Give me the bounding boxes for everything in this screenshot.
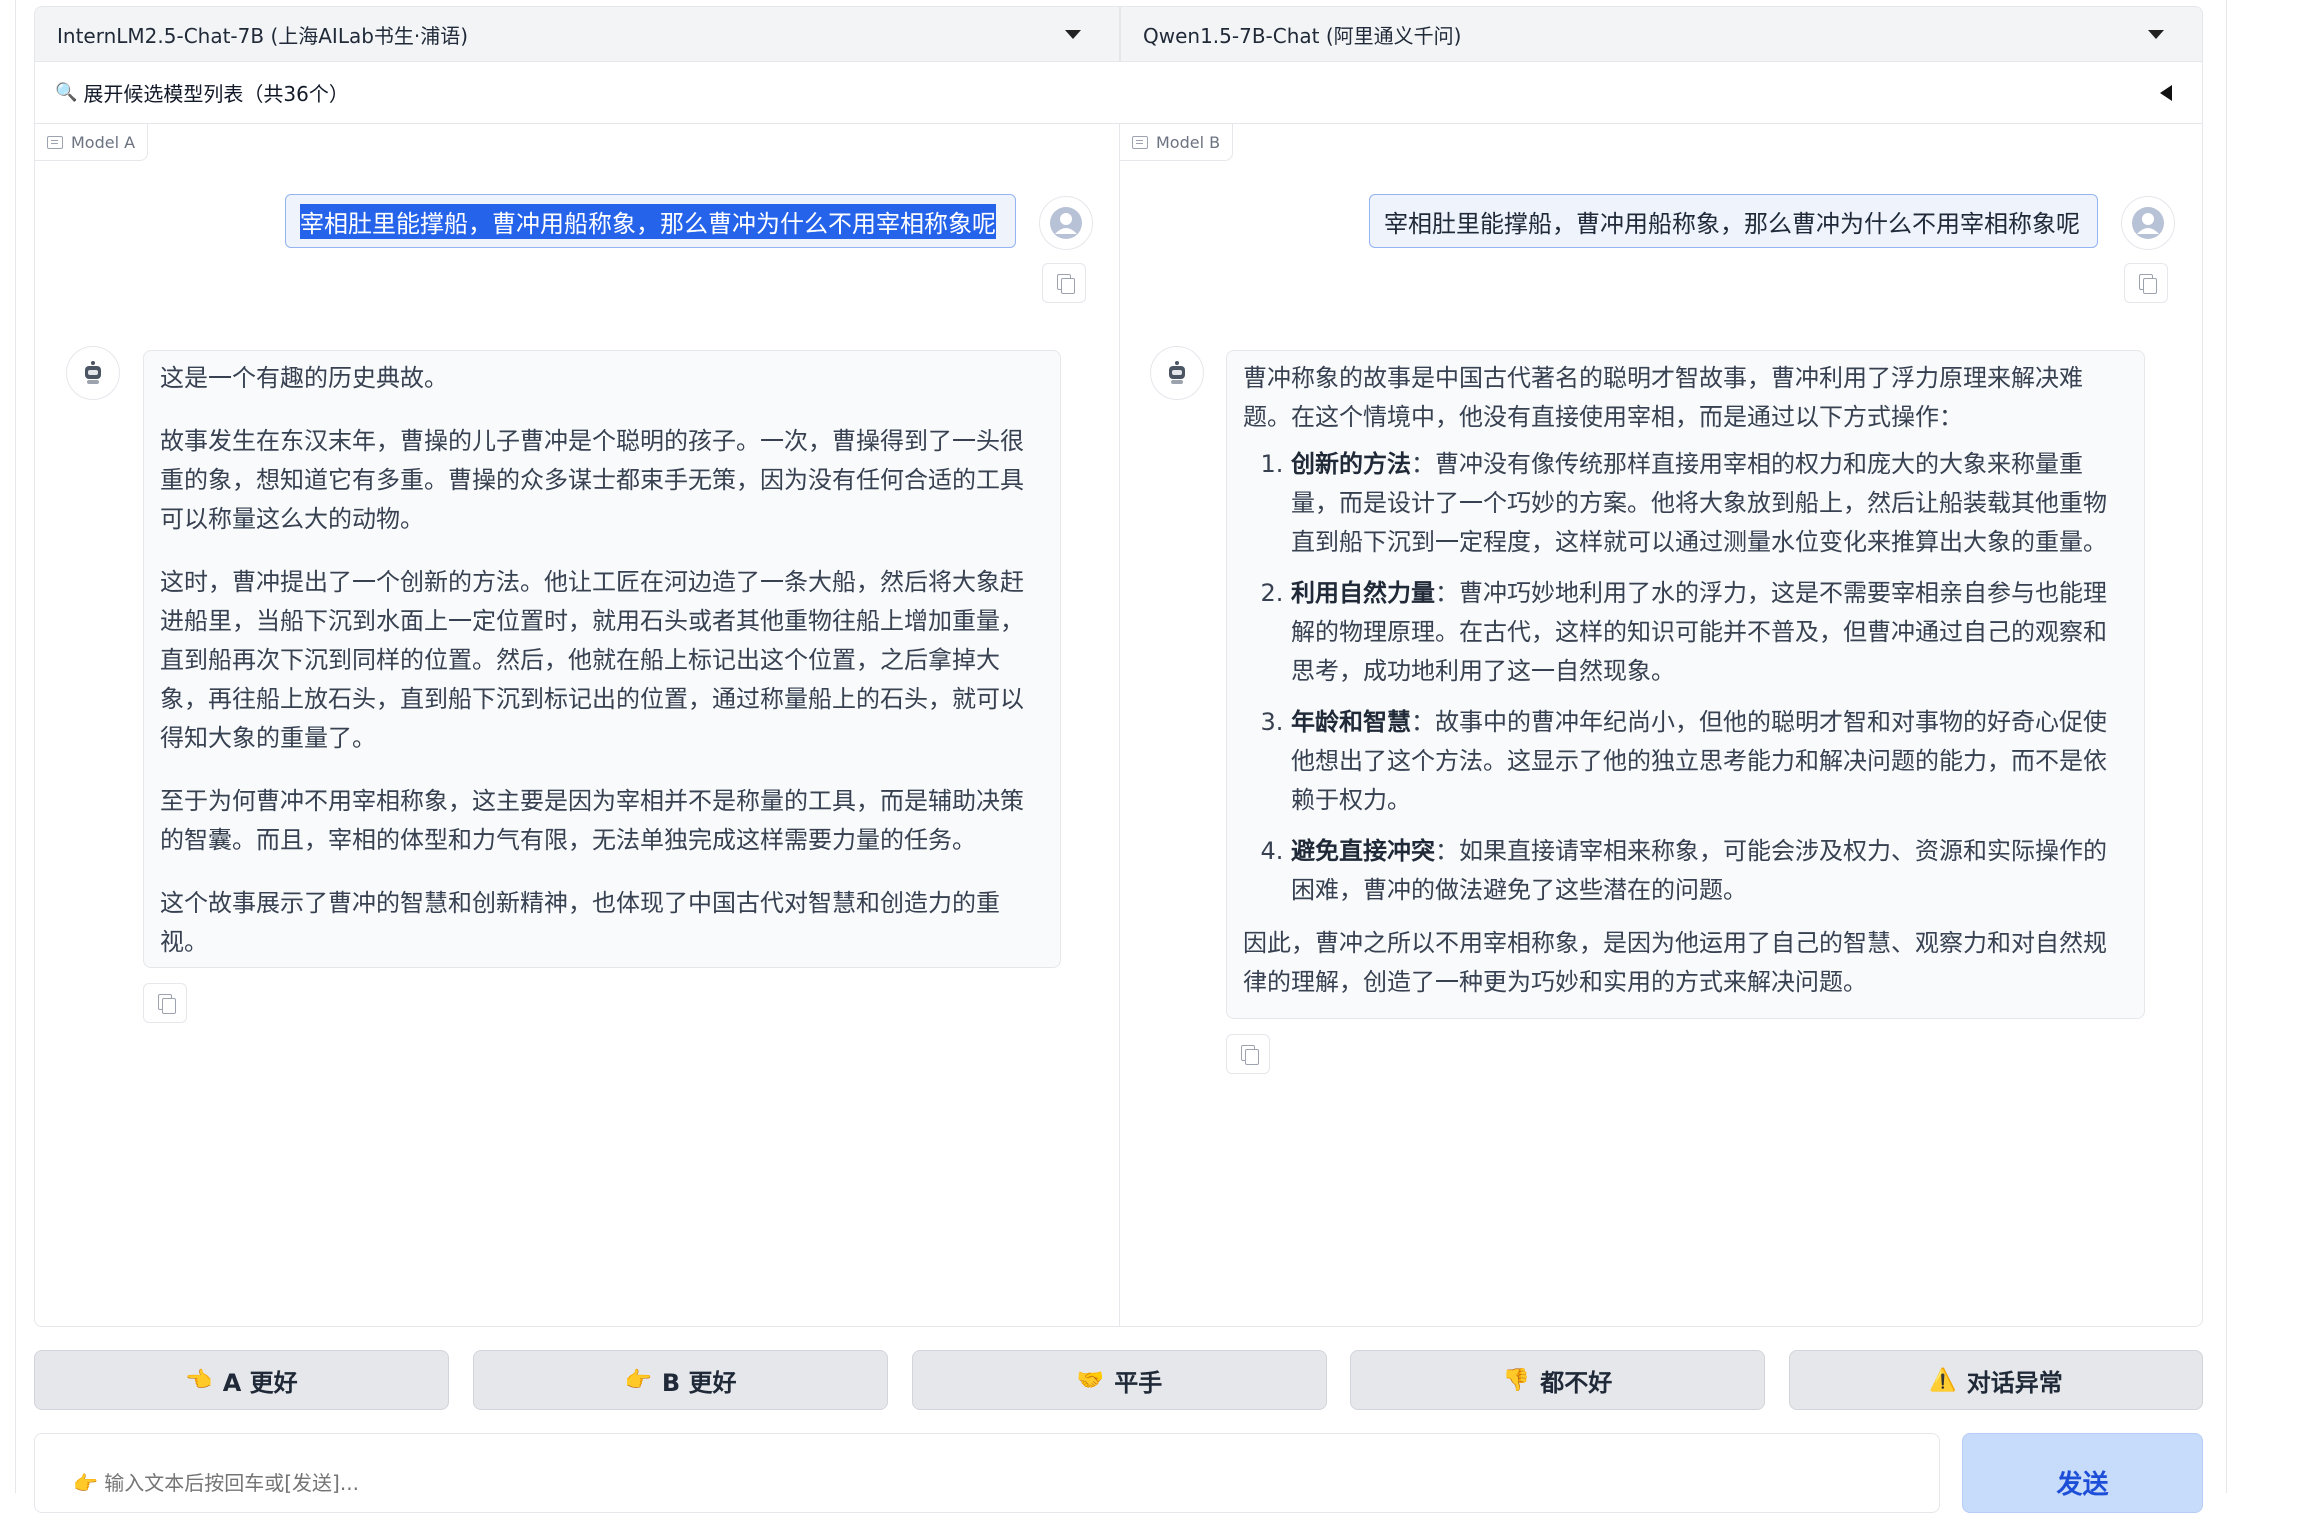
list-item-text: ：曹冲没有像传统那样直接用宰相的权力和庞大的大象来称量重量，而是设计了一个巧妙的… <box>1291 450 2107 556</box>
bot-paragraph: 至于为何曹冲不用宰相称象，这主要是因为宰相并不是称量的工具，而是辅助决策的智囊。… <box>160 787 1024 854</box>
chatbot-model-b: Model B 宰相肚里能撑船，曹冲用船称象，那么曹冲为什么不用宰相称象呢 曹冲… <box>1120 124 2203 1327</box>
send-button[interactable]: 发送 <box>1962 1433 2203 1513</box>
bot-paragraph: 这是一个有趣的历史典故。 <box>160 364 448 392</box>
point-left-icon: 👈 <box>185 1367 213 1393</box>
both-bad-button[interactable]: 👎 都不好 <box>1350 1350 1765 1410</box>
user-message-text: 宰相肚里能撑船，曹冲用船称象，那么曹冲为什么不用宰相称象呢 <box>300 203 996 239</box>
send-button-label: 发送 <box>2056 1470 2109 1500</box>
bot-conclusion: 因此，曹冲之所以不用宰相称象，是因为他运用了自己的智慧、观察力和对自然规律的理解… <box>1243 929 2107 996</box>
warning-icon: ⚠️ <box>1929 1367 1957 1393</box>
message-input[interactable] <box>71 1450 1903 1496</box>
b-better-button[interactable]: 👉 B 更好 <box>473 1350 888 1410</box>
bot-paragraph: 这个故事展示了曹冲的智慧和创新精神，也体现了中国古代对智慧和创造力的重视。 <box>160 889 1000 956</box>
bot-paragraph: 故事发生在东汉末年，曹操的儿子曹冲是个聪明的孩子。一次，曹操得到了一头很重的象，… <box>160 427 1024 533</box>
list-item-title: 创新的方法 <box>1291 450 1411 478</box>
chat-icon <box>47 135 63 149</box>
model-b-selector[interactable]: Qwen1.5-7B-Chat (阿里通义千问) <box>1120 6 2203 62</box>
expand-model-list-toggle[interactable]: 🔍 展开候选模型列表（共36个） <box>34 62 2203 124</box>
bot-intro: 曹冲称象的故事是中国古代著名的聪明才智故事，曹冲利用了浮力原理来解决难题。在这个… <box>1243 364 2083 431</box>
user-message[interactable]: 宰相肚里能撑船，曹冲用船称象，那么曹冲为什么不用宰相称象呢 <box>1369 194 2098 248</box>
both-bad-label: 都不好 <box>1540 1368 1613 1397</box>
model-a-selector-value: InternLM2.5-Chat-7B (上海AILab书生·浦语) <box>57 23 469 48</box>
list-item: 避免直接冲突：如果直接请宰相来称象，可能会涉及权力、资源和实际操作的困难，曹冲的… <box>1291 832 2128 910</box>
bot-list: 创新的方法：曹冲没有像传统那样直接用宰相的权力和庞大的大象来称量重量，而是设计了… <box>1243 445 2128 910</box>
model-a-selector[interactable]: InternLM2.5-Chat-7B (上海AILab书生·浦语) <box>34 6 1120 62</box>
user-avatar <box>2121 196 2175 250</box>
user-avatar-icon <box>1050 207 1082 239</box>
chevron-down-icon <box>1065 29 1081 39</box>
a-better-button[interactable]: 👈 A 更好 <box>34 1350 449 1410</box>
report-anomaly-label: 对话异常 <box>1966 1368 2063 1397</box>
tie-label: 平手 <box>1114 1368 1163 1397</box>
list-item-title: 利用自然力量 <box>1291 579 1435 607</box>
chat-icon <box>1132 135 1148 149</box>
model-a-tag-label: Model A <box>71 132 136 152</box>
list-item-text: ：故事中的曹冲年纪尚小，但他的聪明才智和对事物的好奇心促使他想出了这个方法。这显… <box>1291 708 2107 814</box>
robot-icon <box>1169 361 1185 384</box>
bot-message[interactable]: 这是一个有趣的历史典故。 故事发生在东汉末年，曹操的儿子曹冲是个聪明的孩子。一次… <box>143 350 1061 968</box>
bot-message[interactable]: 曹冲称象的故事是中国古代著名的聪明才智故事，曹冲利用了浮力原理来解决难题。在这个… <box>1226 350 2145 1019</box>
list-item-title: 年龄和智慧 <box>1291 708 1411 736</box>
model-b-tag: Model B <box>1120 124 1234 161</box>
copy-button[interactable] <box>1226 1034 1270 1074</box>
chatbot-model-a: Model A 宰相肚里能撑船，曹冲用船称象，那么曹冲为什么不用宰相称象呢 这是… <box>34 124 1120 1327</box>
user-message[interactable]: 宰相肚里能撑船，曹冲用船称象，那么曹冲为什么不用宰相称象呢 <box>285 194 1016 248</box>
collapse-triangle-icon[interactable] <box>2160 84 2172 101</box>
user-avatar-icon <box>2132 207 2164 239</box>
model-b-selector-value: Qwen1.5-7B-Chat (阿里通义千问) <box>1143 23 1462 48</box>
list-item: 创新的方法：曹冲没有像传统那样直接用宰相的权力和庞大的大象来称量重量，而是设计了… <box>1291 445 2128 562</box>
copy-button[interactable] <box>1042 263 1086 303</box>
message-input-container[interactable] <box>34 1433 1940 1513</box>
model-a-tag: Model A <box>35 124 149 161</box>
report-anomaly-button[interactable]: ⚠️ 对话异常 <box>1789 1350 2203 1410</box>
search-icon: 🔍 <box>55 82 78 103</box>
list-item-title: 避免直接冲突 <box>1291 837 1435 865</box>
copy-button[interactable] <box>143 983 187 1023</box>
list-item: 年龄和智慧：故事中的曹冲年纪尚小，但他的聪明才智和对事物的好奇心促使他想出了这个… <box>1291 703 2128 820</box>
chevron-down-icon <box>2148 29 2164 39</box>
expand-model-list-label: 展开候选模型列表（共36个） <box>83 82 349 106</box>
copy-button[interactable] <box>2124 263 2168 303</box>
handshake-icon: 🤝 <box>1076 1367 1105 1393</box>
tie-button[interactable]: 🤝 平手 <box>912 1350 1327 1410</box>
list-item: 利用自然力量：曹冲巧妙地利用了水的浮力，这是不需要宰相亲自参与也能理解的物理原理… <box>1291 574 2128 691</box>
bot-paragraph: 这时，曹冲提出了一个创新的方法。他让工匠在河边造了一条大船，然后将大象赶进船里，… <box>160 568 1024 752</box>
user-avatar <box>1039 196 1093 250</box>
b-better-label: B 更好 <box>661 1368 737 1397</box>
robot-icon <box>85 361 101 384</box>
user-message-text: 宰相肚里能撑船，曹冲用船称象，那么曹冲为什么不用宰相称象呢 <box>1384 209 2080 238</box>
a-better-label: A 更好 <box>222 1368 298 1397</box>
thumbs-down-icon: 👎 <box>1502 1367 1531 1393</box>
bot-avatar <box>1150 346 1204 400</box>
model-b-tag-label: Model B <box>1156 132 1221 152</box>
point-right-icon: 👉 <box>624 1367 652 1393</box>
bot-avatar <box>66 346 120 400</box>
